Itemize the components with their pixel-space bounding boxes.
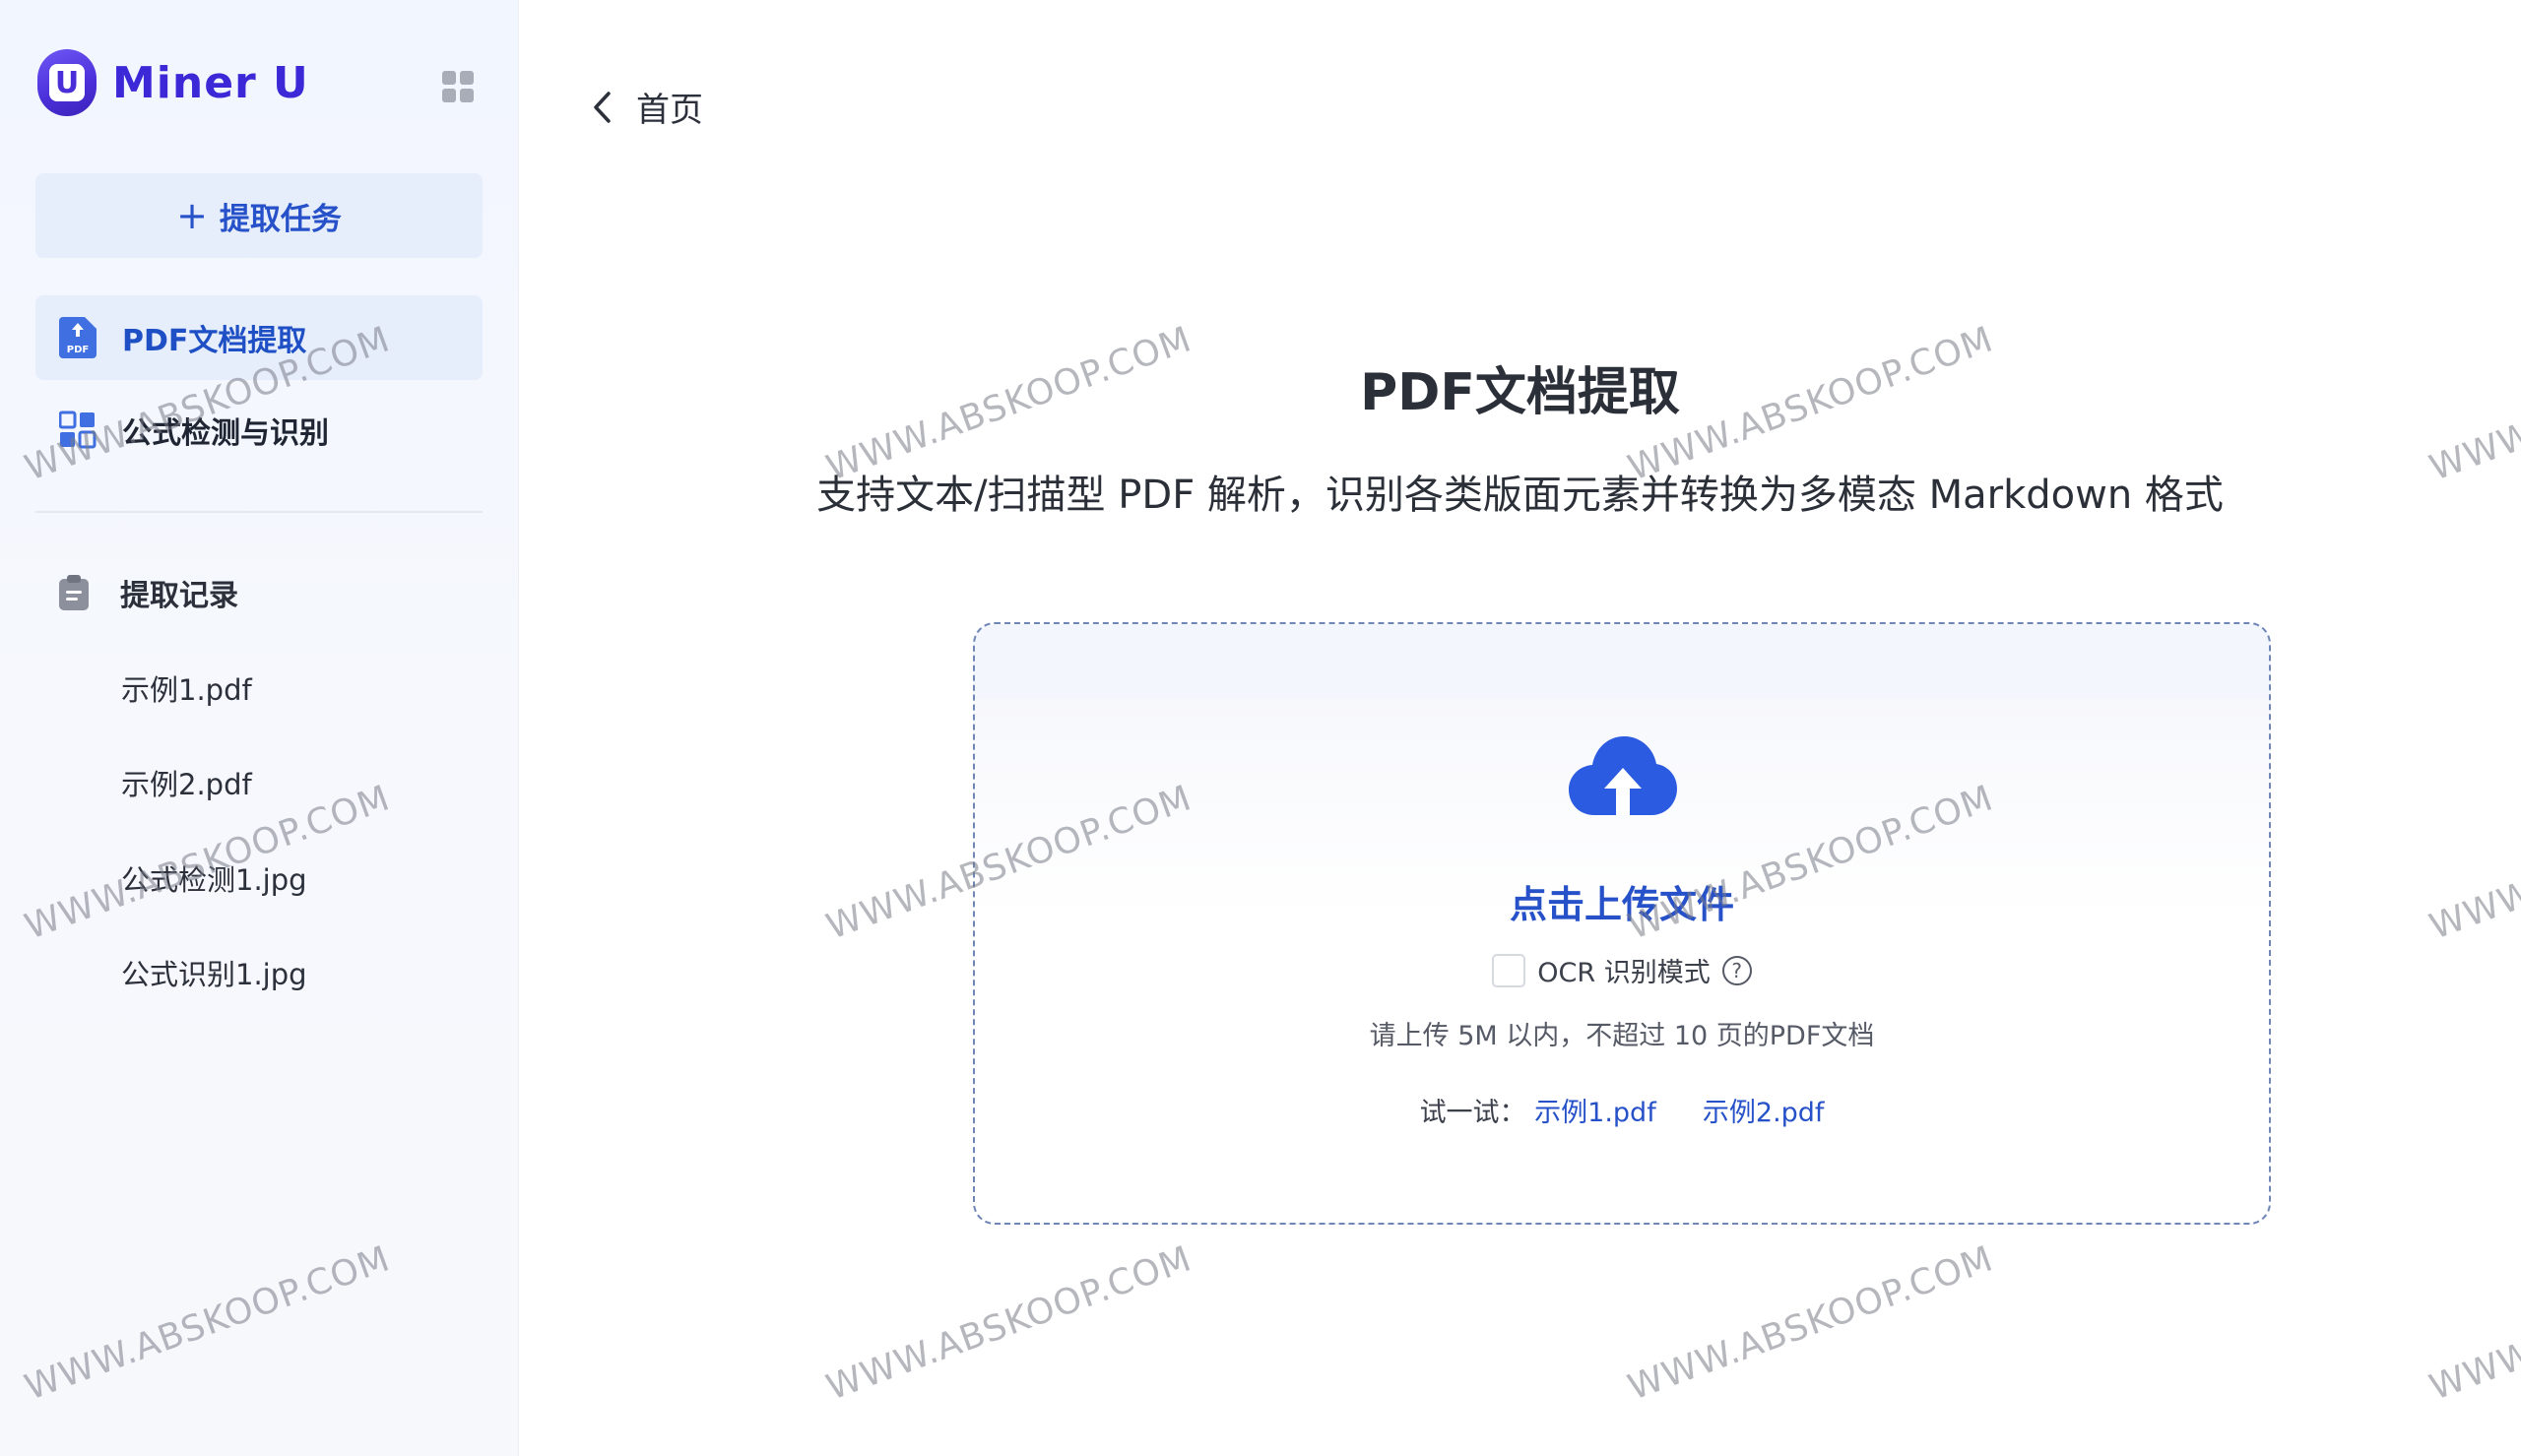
sample-link-1[interactable]: 示例1.pdf xyxy=(1534,1098,1656,1128)
history-item[interactable]: 示例2.pdf xyxy=(121,762,252,803)
watermark: WWW.ABSKOOP.COM xyxy=(2424,778,2521,948)
formula-grid-icon xyxy=(59,411,97,449)
clipboard-icon xyxy=(59,575,89,610)
history-header: 提取记录 xyxy=(59,571,238,614)
watermark: WWW.ABSKOOP.COM xyxy=(2411,0,2521,9)
cloud-upload-icon xyxy=(1569,736,1677,815)
page-subtitle: 支持文本/扫描型 PDF 解析，识别各类版面元素并转换为多模态 Markdown… xyxy=(816,473,2224,518)
watermark: WWW.ABSKOOP.COM xyxy=(809,0,1185,9)
upload-dropzone[interactable]: 点击上传文件 OCR 识别模式 ? 请上传 5M 以内，不超过 10 页的PDF… xyxy=(973,622,2271,1225)
svg-text:PDF: PDF xyxy=(67,345,89,355)
history-item[interactable]: 示例1.pdf xyxy=(121,667,252,709)
sidebar-item-pdf-extract[interactable]: PDF PDF文档提取 xyxy=(35,295,483,380)
try-samples-row: 试一试： 示例1.pdf 示例2.pdf xyxy=(975,1091,2269,1129)
watermark: WWW.ABSKOOP.COM xyxy=(1623,1238,1999,1409)
sidebar: U Miner U + 提取任务 PDF PDF文档提取 公式检测与识别 提取记… xyxy=(0,0,519,1456)
history-item[interactable]: 公式识别1.jpg xyxy=(121,952,307,993)
upload-label[interactable]: 点击上传文件 xyxy=(975,874,2269,928)
logo-mark-icon: U xyxy=(37,49,97,116)
logo[interactable]: U Miner U xyxy=(37,49,309,116)
sidebar-item-label: 公式检测与识别 xyxy=(122,416,329,451)
chevron-left-icon xyxy=(594,91,611,123)
plus-icon: + xyxy=(176,194,208,237)
upload-hint: 请上传 5M 以内，不超过 10 页的PDF文档 xyxy=(1369,1021,1875,1051)
pdf-doc-icon: PDF xyxy=(59,317,97,358)
history-title: 提取记录 xyxy=(120,579,238,613)
logo-text: Miner U xyxy=(112,57,309,108)
sidebar-item-formula[interactable]: 公式检测与识别 xyxy=(35,388,483,473)
new-task-button[interactable]: + 提取任务 xyxy=(35,173,483,258)
apps-grid-icon[interactable] xyxy=(442,71,474,102)
ocr-mode-checkbox[interactable] xyxy=(1492,953,1526,987)
logo-mark-letter: U xyxy=(49,64,85,101)
watermark: WWW.ABSKOOP.COM xyxy=(1611,0,1986,9)
new-task-label: 提取任务 xyxy=(219,201,342,237)
back-to-home[interactable]: 首页 xyxy=(591,83,703,131)
ocr-mode-row: OCR 识别模式 ? xyxy=(975,951,2269,989)
sample-link-2[interactable]: 示例2.pdf xyxy=(1703,1098,1825,1128)
watermark: WWW.ABSKOOP.COM xyxy=(821,1238,1197,1409)
ocr-mode-label[interactable]: OCR 识别模式 xyxy=(1537,951,1710,989)
history-item[interactable]: 公式检测1.jpg xyxy=(121,857,307,899)
try-prefix: 试一试： xyxy=(1419,1098,1526,1128)
back-label: 首页 xyxy=(636,91,703,130)
watermark: WWW.ABSKOOP.COM xyxy=(2424,1238,2521,1409)
help-question-icon[interactable]: ? xyxy=(1721,955,1752,985)
sidebar-item-label: PDF文档提取 xyxy=(122,324,307,358)
sidebar-divider xyxy=(35,511,483,513)
app-window: U Miner U + 提取任务 PDF PDF文档提取 公式检测与识别 提取记… xyxy=(0,0,2521,1456)
page-title: PDF文档提取 xyxy=(1360,363,1680,422)
